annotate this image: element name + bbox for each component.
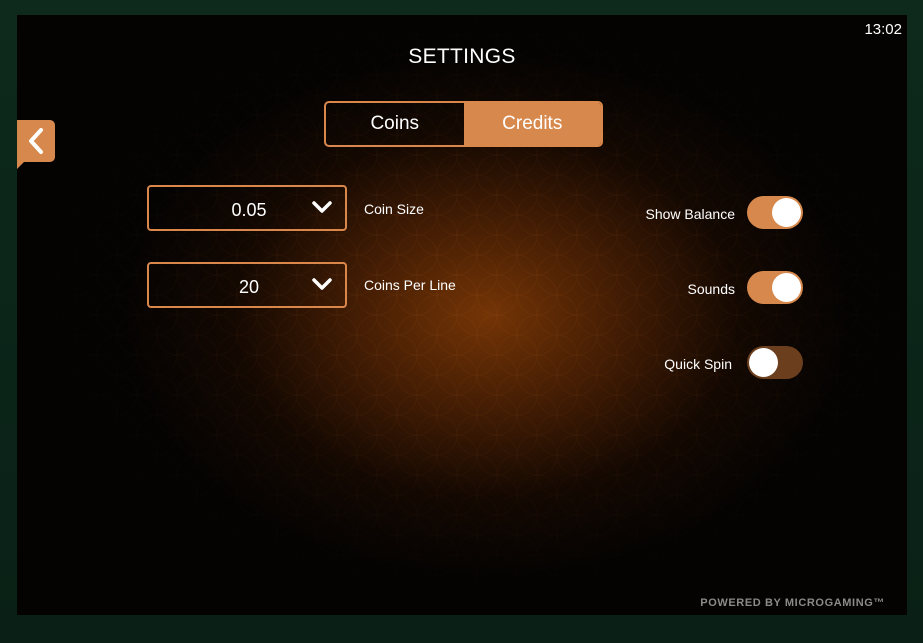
page-title: SETTINGS [408, 45, 516, 68]
toggle-knob [772, 198, 801, 227]
powered-by-footer: POWERED BY MICROGAMING™ [700, 597, 885, 609]
quick-spin-label: Quick Spin [664, 356, 732, 372]
back-button-notch [17, 162, 24, 169]
coin-size-select[interactable]: 0.05 [147, 185, 347, 231]
tab-coins[interactable]: Coins [326, 103, 464, 145]
toggle-knob [749, 348, 778, 377]
sounds-toggle[interactable] [747, 271, 803, 304]
back-button[interactable] [17, 120, 55, 162]
coins-per-line-select[interactable]: 20 [147, 262, 347, 308]
tab-credits[interactable]: Credits [463, 103, 601, 145]
coin-size-label: Coin Size [364, 201, 424, 217]
show-balance-toggle[interactable] [747, 196, 803, 229]
chevron-down-icon [312, 201, 332, 213]
coins-per-line-label: Coins Per Line [364, 277, 456, 293]
chevron-down-icon [312, 278, 332, 290]
show-balance-label: Show Balance [645, 206, 735, 222]
quick-spin-toggle[interactable] [747, 346, 803, 379]
chevron-left-icon [29, 128, 43, 154]
clock: 13:02 [864, 21, 902, 38]
toggle-knob [772, 273, 801, 302]
currency-tab-group: Coins Credits [324, 101, 603, 147]
game-screen: 13:02 SETTINGS Coins Credits 0.05 Coin S… [17, 15, 907, 615]
sounds-label: Sounds [687, 281, 735, 297]
